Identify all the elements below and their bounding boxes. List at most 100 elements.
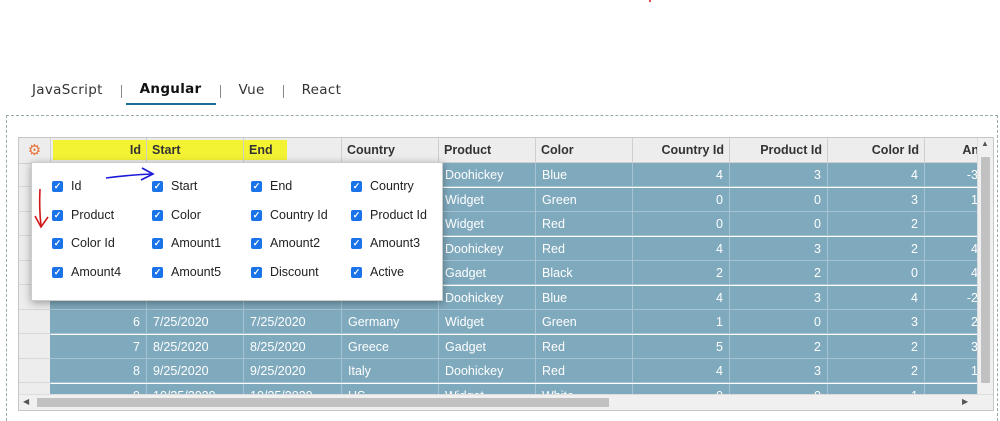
grid-cell[interactable]: 4 [828,285,925,310]
column-option[interactable]: ✓ Amount3 [351,236,420,250]
checkbox[interactable]: ✓ [251,266,262,278]
checkbox[interactable]: ✓ [52,237,63,249]
grid-cell[interactable]: 3 [925,334,985,359]
grid-cell[interactable]: 4 [925,236,985,261]
grid-cell[interactable]: 3 [730,285,828,310]
column-header[interactable]: Country Id [633,138,730,163]
column-option[interactable]: ✓ Amount1 [152,236,221,250]
grid-cell[interactable]: 0 [730,310,828,334]
grid-cell[interactable]: Red [536,359,633,383]
column-option[interactable]: ✓ Active [351,265,404,279]
grid-cell[interactable]: Doohickey [439,236,536,261]
column-header[interactable]: Id [50,138,147,163]
column-header[interactable]: End [244,138,342,163]
grid-cell[interactable]: -2 [925,285,985,310]
grid-cell[interactable]: 0 [633,212,730,236]
tab-vue[interactable]: Vue [225,78,279,104]
grid-cell[interactable] [925,212,985,236]
grid-cell[interactable]: 5 [633,334,730,359]
checkbox[interactable]: ✓ [152,237,163,249]
grid-cell[interactable]: 0 [730,212,828,236]
checkbox[interactable]: ✓ [152,266,163,278]
grid-cell[interactable]: Green [536,310,633,334]
grid-cell[interactable]: Red [536,334,633,359]
checkbox[interactable]: ✓ [251,209,262,221]
row-header[interactable] [19,359,50,383]
column-option[interactable]: ✓ Color [152,208,201,222]
checkbox[interactable]: ✓ [152,209,163,221]
grid-cell[interactable]: 4 [633,359,730,383]
tab-angular[interactable]: Angular [125,77,216,105]
grid-cell[interactable]: 2 [730,261,828,285]
grid-cell[interactable]: Greece [342,334,439,359]
column-option[interactable]: ✓ Amount5 [152,265,221,279]
grid-cell[interactable]: Red [536,236,633,261]
column-option[interactable]: ✓ Amount2 [251,236,320,250]
grid-cell[interactable]: Red [536,212,633,236]
horizontal-scrollbar[interactable]: ◀ ▶ [19,394,993,410]
grid-cell[interactable]: 8/25/2020 [244,334,342,359]
checkbox[interactable]: ✓ [351,209,362,221]
grid-cell[interactable]: -3 [925,163,985,187]
grid-cell[interactable]: 7 [50,334,147,359]
grid-cell[interactable]: 2 [633,261,730,285]
grid-cell[interactable]: Widget [439,212,536,236]
grid-cell[interactable]: 3 [828,310,925,334]
checkbox[interactable]: ✓ [251,180,262,192]
row-header[interactable] [19,310,50,334]
grid-cell[interactable]: Blue [536,163,633,187]
column-option[interactable]: ✓ End [251,179,292,193]
column-option[interactable]: ✓ Start [152,179,197,193]
grid-cell[interactable]: 4 [633,236,730,261]
grid-cell[interactable]: 7/25/2020 [244,310,342,334]
grid-cell[interactable]: 2 [828,334,925,359]
grid-cell[interactable]: 2 [730,334,828,359]
grid-cell[interactable]: Widget [439,310,536,334]
checkbox[interactable]: ✓ [351,180,362,192]
column-header[interactable]: Product [439,138,536,163]
grid-cell[interactable]: Doohickey [439,285,536,310]
column-option[interactable]: ✓ Product Id [351,208,427,222]
grid-cell[interactable]: 4 [633,285,730,310]
grid-cell[interactable]: 0 [730,187,828,212]
grid-cell[interactable]: 2 [828,212,925,236]
grid-cell[interactable]: 1 [633,310,730,334]
grid-cell[interactable]: 7/25/2020 [147,310,244,334]
grid-cell[interactable]: 0 [828,261,925,285]
column-option[interactable]: ✓ Id [52,179,81,193]
grid-cell[interactable]: 4 [828,163,925,187]
grid-cell[interactable]: 9/25/2020 [244,359,342,383]
grid-cell[interactable]: 6 [50,310,147,334]
checkbox[interactable]: ✓ [52,180,63,192]
grid-cell[interactable]: 8/25/2020 [147,334,244,359]
grid-cell[interactable]: 1 [925,187,985,212]
grid-cell[interactable]: 2 [828,359,925,383]
grid-cell[interactable]: Doohickey [439,359,536,383]
grid-cell[interactable]: 2 [828,236,925,261]
tab-react[interactable]: React [288,78,356,104]
grid-cell[interactable]: Germany [342,310,439,334]
arrow-left-icon[interactable]: ◀ [23,397,29,406]
grid-cell[interactable]: Green [536,187,633,212]
column-option[interactable]: ✓ Discount [251,265,319,279]
grid-cell[interactable]: 1 [925,359,985,383]
tab-javascript[interactable]: JavaScript [18,78,117,104]
checkbox[interactable]: ✓ [351,237,362,249]
vertical-scrollbar[interactable]: ▲ [977,138,993,394]
grid-cell[interactable]: 9/25/2020 [147,359,244,383]
column-option[interactable]: ✓ Product [52,208,114,222]
column-option[interactable]: ✓ Country [351,179,414,193]
grid-cell[interactable]: 8 [50,359,147,383]
column-header[interactable]: Color [536,138,633,163]
arrow-up-icon[interactable]: ▲ [981,139,989,148]
checkbox[interactable]: ✓ [351,266,362,278]
vertical-scroll-thumb[interactable] [981,157,990,383]
column-header[interactable]: Color Id [828,138,925,163]
grid-cell[interactable]: 3 [730,359,828,383]
checkbox[interactable]: ✓ [152,180,163,192]
horizontal-scroll-thumb[interactable] [37,398,609,407]
grid-cell[interactable]: Blue [536,285,633,310]
checkbox[interactable]: ✓ [52,209,63,221]
gear-icon[interactable]: ⚙ [28,143,41,158]
column-header[interactable]: Country [342,138,439,163]
